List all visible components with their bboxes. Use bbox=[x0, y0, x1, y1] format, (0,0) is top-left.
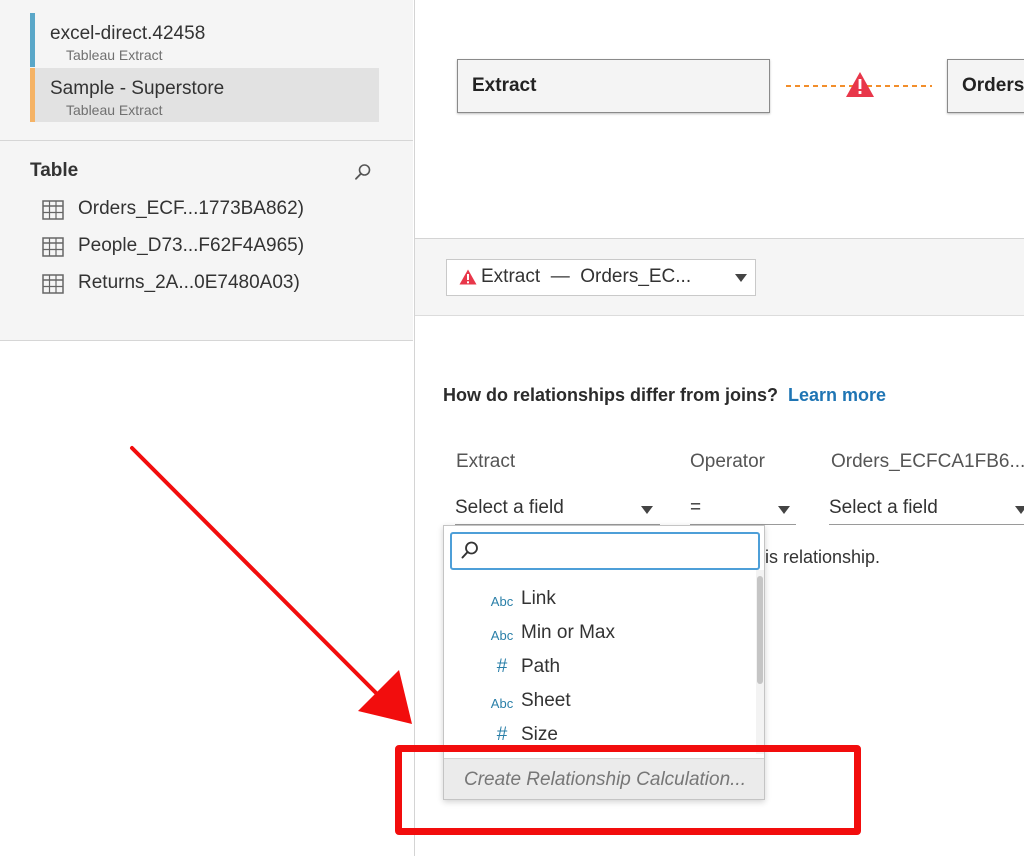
help-question: How do relationships differ from joins? … bbox=[443, 385, 887, 405]
chevron-down-icon bbox=[778, 506, 790, 514]
data-source-name: Sample - Superstore bbox=[50, 78, 225, 99]
chevron-down-icon bbox=[735, 274, 747, 282]
data-source-type: Tableau Extract bbox=[66, 102, 163, 118]
right-field-select[interactable]: Select a field bbox=[829, 494, 1024, 525]
table-item-label: People_D73...F62F4A965) bbox=[78, 235, 305, 256]
annotation-arrow bbox=[130, 446, 412, 724]
relationship-note: is relationship. bbox=[765, 547, 881, 567]
left-field-header: Extract bbox=[456, 451, 516, 472]
table-grid-icon bbox=[42, 237, 64, 257]
dropdown-item-label: Min or Max bbox=[521, 622, 615, 643]
canvas-node-orders[interactable]: Orders_ bbox=[947, 59, 1024, 113]
data-source-type: Tableau Extract bbox=[66, 47, 163, 63]
chevron-down-icon bbox=[641, 506, 653, 514]
data-source-color-bar bbox=[30, 68, 35, 122]
chevron-down-icon bbox=[1015, 506, 1024, 514]
search-icon[interactable] bbox=[354, 163, 372, 181]
operator-select[interactable]: = bbox=[690, 494, 796, 525]
learn-more-link[interactable]: Learn more bbox=[788, 385, 886, 405]
table-grid-icon bbox=[42, 200, 64, 220]
left-field-select-label: Select a field bbox=[455, 497, 564, 518]
right-field-select-label: Select a field bbox=[829, 497, 938, 518]
dropdown-item-label: Path bbox=[521, 656, 561, 677]
operator-select-label: = bbox=[690, 497, 702, 518]
table-grid-icon bbox=[42, 274, 64, 294]
sidebar-divider bbox=[0, 140, 413, 141]
dropdown-search-input[interactable] bbox=[450, 532, 760, 570]
left-field-select[interactable]: Select a field bbox=[455, 494, 660, 525]
dropdown-item-label: Sheet bbox=[521, 690, 571, 711]
dropdown-scrollbar-thumb[interactable] bbox=[757, 576, 763, 684]
relationship-canvas bbox=[415, 0, 1024, 238]
annotation-highlight-box bbox=[395, 745, 861, 835]
canvas-node-label: Extract bbox=[472, 75, 537, 96]
operator-header: Operator bbox=[690, 451, 765, 472]
dropdown-item-label: Link bbox=[521, 588, 556, 609]
table-item-label: Returns_2A...0E7480A03) bbox=[78, 272, 300, 293]
warning-icon bbox=[459, 269, 477, 285]
canvas-node-extract[interactable]: Extract bbox=[457, 59, 770, 113]
right-field-header: Orders_ECFCA1FB6... bbox=[831, 451, 1024, 472]
data-source-sample-superstore[interactable]: Sample - Superstore Tableau Extract bbox=[30, 68, 379, 122]
relationship-link-line[interactable] bbox=[784, 70, 934, 100]
search-icon bbox=[461, 541, 478, 559]
canvas-node-label: Orders_ bbox=[962, 75, 1024, 96]
number-type-icon: # bbox=[496, 656, 508, 677]
data-source-excel-direct[interactable]: excel-direct.42458 Tableau Extract bbox=[30, 13, 379, 67]
relationship-select[interactable]: Extract — Orders_EC... bbox=[446, 259, 756, 296]
sidebar-divider bbox=[0, 340, 413, 341]
table-item-label: Orders_ECF...1773BA862) bbox=[78, 198, 305, 219]
dropdown-item-label: Size bbox=[521, 724, 558, 745]
number-type-icon: # bbox=[496, 724, 508, 745]
string-type-icon: Abc bbox=[490, 594, 514, 609]
data-source-name: excel-direct.42458 bbox=[50, 23, 206, 44]
table-section-heading: Table bbox=[30, 160, 79, 181]
string-type-icon: Abc bbox=[490, 628, 514, 643]
data-source-color-bar bbox=[30, 13, 35, 67]
string-type-icon: Abc bbox=[490, 696, 514, 711]
relationship-select-label: Extract — Orders_EC... bbox=[481, 266, 692, 287]
